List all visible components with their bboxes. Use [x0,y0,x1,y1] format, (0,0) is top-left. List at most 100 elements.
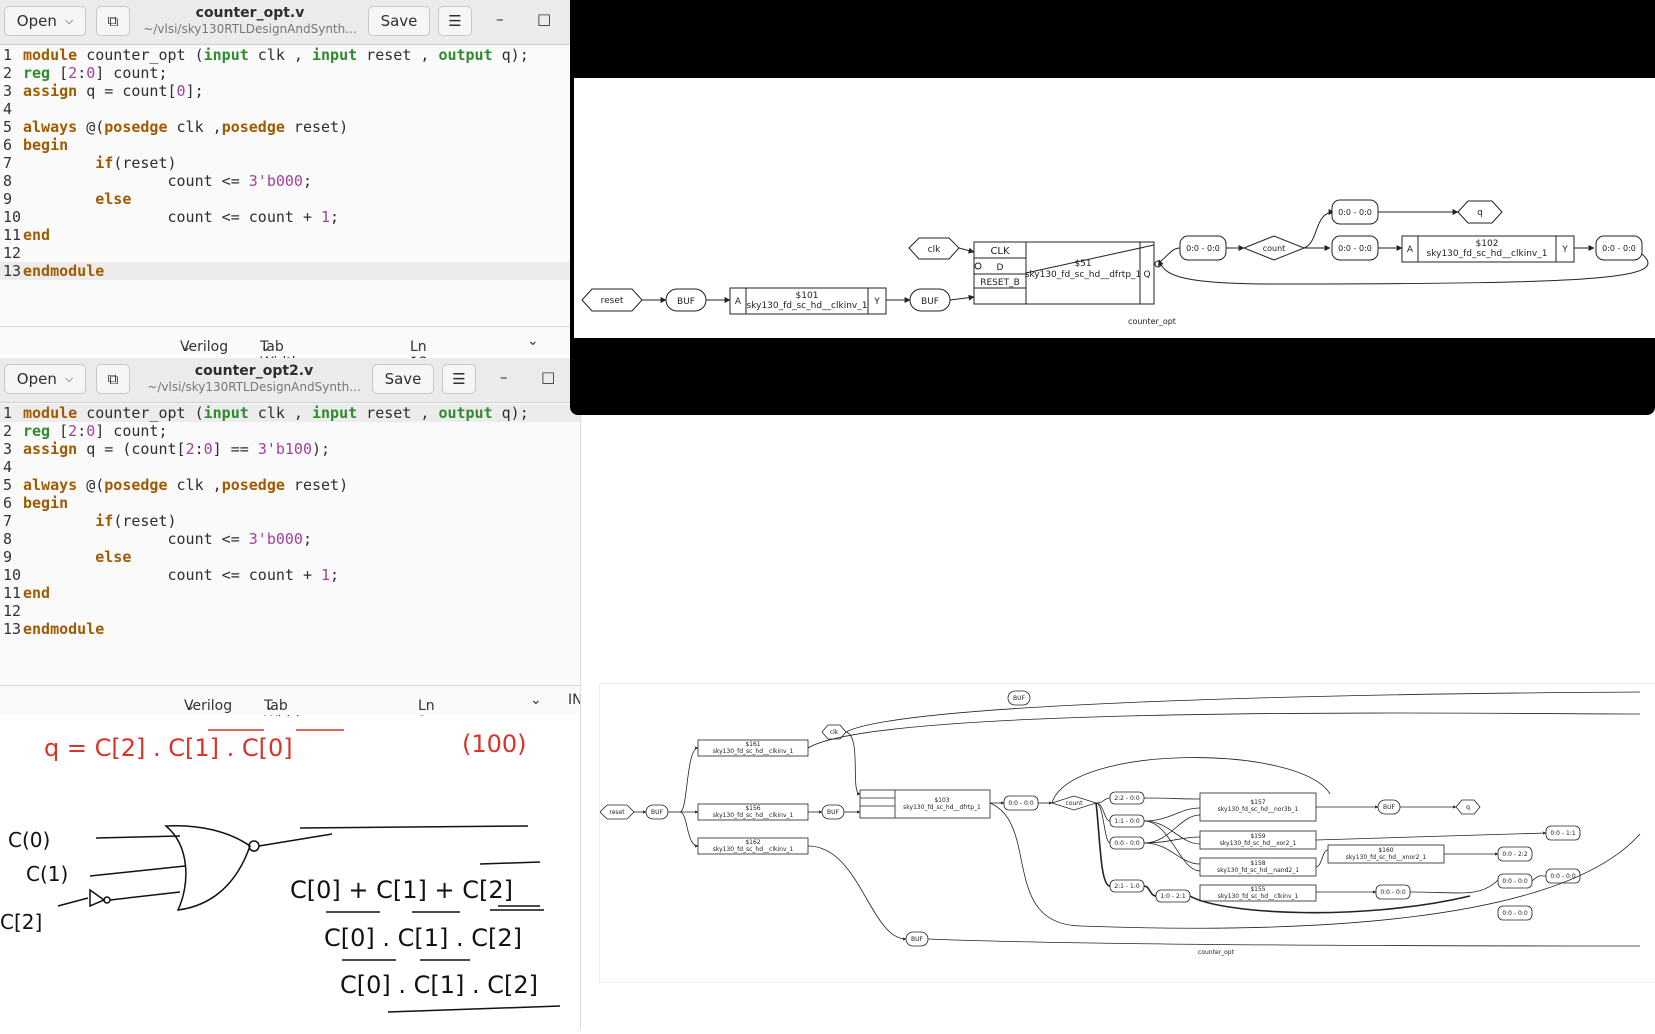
code-line[interactable]: 1 module counter_opt (input clk , input r… [0,46,570,64]
code-line[interactable]: 8 count <= 3'b000; [0,530,580,548]
code-text[interactable]: begin [23,494,68,512]
code-line[interactable]: 8 count <= 3'b000; [0,172,570,190]
code-text[interactable]: always @(posedge clk ,posedge reset) [23,118,348,136]
open-label: Open [16,370,57,388]
code-text[interactable]: assign q = count[0]; [23,82,204,100]
code-text[interactable]: module counter_opt (input clk , input re… [23,46,529,64]
code-text[interactable]: module counter_opt (input clk , input re… [23,404,529,422]
code-line[interactable]: 9 else [0,190,570,208]
code-text[interactable]: count <= count + 1; [23,208,339,226]
code-line[interactable]: 2 reg [2:0] count; [0,422,580,440]
code-line[interactable]: 5 always @(posedge clk ,posedge reset) [0,118,570,136]
chevron-down-icon[interactable]: ⌄ [527,333,539,349]
pin-reset-label: RESET_B [980,278,1020,288]
save-button[interactable]: Save [368,6,430,36]
code-text[interactable]: reg [2:0] count; [23,64,168,82]
code-line[interactable]: 4 [0,458,580,476]
code-line[interactable]: 1 module counter_opt (input clk , input r… [0,404,580,422]
diagram-title: counter_opt [1128,317,1176,326]
code-text[interactable]: else [23,548,131,566]
chevron-down-icon: ⌄ [180,339,192,355]
line-number: 2 [3,422,13,440]
code-line[interactable]: 13 endmodule [0,262,570,280]
code-line[interactable]: 5 always @(posedge clk ,posedge reset) [0,476,580,494]
maximize-button[interactable]: □ [537,10,551,28]
open-button[interactable]: Open ⌵ [4,364,86,394]
hamburger-icon: ☰ [448,12,462,30]
code-line[interactable]: 3 assign q = (count[2:0] == 3'b100); [0,440,580,458]
line-number: 8 [3,172,13,190]
slice-label: 0:0 - 0:0 [1380,889,1405,896]
maximize-button[interactable]: □ [541,368,555,386]
code-text[interactable]: end [23,226,50,244]
code-line[interactable]: 2 reg [2:0] count; [0,64,570,82]
code-text[interactable]: else [23,190,131,208]
code-line[interactable]: 3 assign q = count[0]; [0,82,570,100]
equation-1: C[0] + C[1] + C[2] [290,876,513,904]
menu-button[interactable]: ☰ [442,364,476,394]
code-text[interactable]: end [23,584,50,602]
netlist-diagram: reset BUF A $101 sky130_fd_sc_hd__clkinv… [581,199,1649,326]
code-text[interactable]: count <= 3'b000; [23,172,312,190]
pin-y-label: Y [1561,245,1568,255]
schematic-canvas[interactable]: reset BUF A $101 sky130_fd_sc_hd__clkinv… [574,78,1655,338]
slice-label: 0:0 - 1:1 [1550,830,1575,837]
menu-button[interactable]: ☰ [438,6,472,36]
equation-2: C[0] . C[1] . C[2] [324,924,522,952]
code-text[interactable]: begin [23,136,68,154]
chevron-down-icon[interactable]: ⌄ [530,692,542,708]
open-button[interactable]: Open ⌵ [4,6,86,36]
schematic-canvas[interactable]: reset BUF $161 sky130_fd_sc_hd__clkinv_1… [599,683,1655,983]
cell-type-label: sky130_fd_sc_hd__clkinv_1 [713,812,794,819]
code-text[interactable]: endmodule [23,262,104,280]
code-text[interactable]: if(reset) [23,154,176,172]
slice-label: 0:0 - 0:0 [1338,244,1372,253]
new-tab-button[interactable]: ⧉ [96,364,130,394]
slice-label: 1:1 - 0:0 [1114,818,1139,825]
code-line[interactable]: 12 [0,244,570,262]
minimize-button[interactable]: – [500,368,508,386]
input-c2-label: C[2] [0,910,42,934]
code-editor[interactable]: 1 module counter_opt (input clk , input r… [0,404,580,638]
line-number: 7 [3,512,13,530]
q-label: q [1466,804,1470,811]
chevron-down-icon: ⌵ [64,14,74,27]
code-text[interactable]: assign q = (count[2:0] == 3'b100); [23,440,330,458]
cell-type-label: sky130_fd_sc_hd__xor2_1 [1220,840,1297,847]
code-line[interactable]: 10 count <= count + 1; [0,208,570,226]
input-c1-label: C(1) [26,862,68,886]
line-number: 10 [3,566,22,584]
buf-label: BUF [677,297,695,307]
cell-type-label: sky130_fd_sc_hd__clkinv_1 [747,301,868,311]
line-number: 12 [3,244,22,262]
buf-label: BUF [1013,695,1026,702]
code-line[interactable]: 10 count <= count + 1; [0,566,580,584]
cell-id-label: $161 [745,741,760,748]
code-line[interactable]: 11 end [0,226,570,244]
code-line[interactable]: 4 [0,100,570,118]
code-line[interactable]: 13 endmodule [0,620,580,638]
code-line[interactable]: 12 [0,602,580,620]
editor-window-counter-opt: Open ⌵ ⧉ counter_opt.v ~/vlsi/sky130RTLDe… [0,0,571,403]
code-line[interactable]: 9 else [0,548,580,566]
line-number: 4 [3,100,13,118]
code-text[interactable]: always @(posedge clk ,posedge reset) [23,476,348,494]
code-text[interactable]: reg [2:0] count; [23,422,168,440]
code-text[interactable]: if(reset) [23,512,176,530]
minimize-button[interactable]: – [496,10,504,28]
line-number: 9 [3,548,13,566]
code-line[interactable]: 7 if(reset) [0,154,570,172]
new-tab-button[interactable]: ⧉ [96,6,130,36]
save-button[interactable]: Save [372,364,434,394]
editor-window-counter-opt2: Open ⌵ ⧉ counter_opt2.v ~/vlsi/sky130RTLD… [0,358,583,762]
code-line[interactable]: 11 end [0,584,580,602]
code-line[interactable]: 6 begin [0,494,580,512]
chevron-down-icon: ⌵ [64,372,74,385]
code-text[interactable]: count <= 3'b000; [23,530,312,548]
code-text[interactable]: endmodule [23,620,104,638]
code-text[interactable]: count <= count + 1; [23,566,339,584]
code-line[interactable]: 6 begin [0,136,570,154]
code-line[interactable]: 7 if(reset) [0,512,580,530]
code-editor[interactable]: 1 module counter_opt (input clk , input r… [0,46,570,280]
new-document-icon: ⧉ [107,12,119,30]
